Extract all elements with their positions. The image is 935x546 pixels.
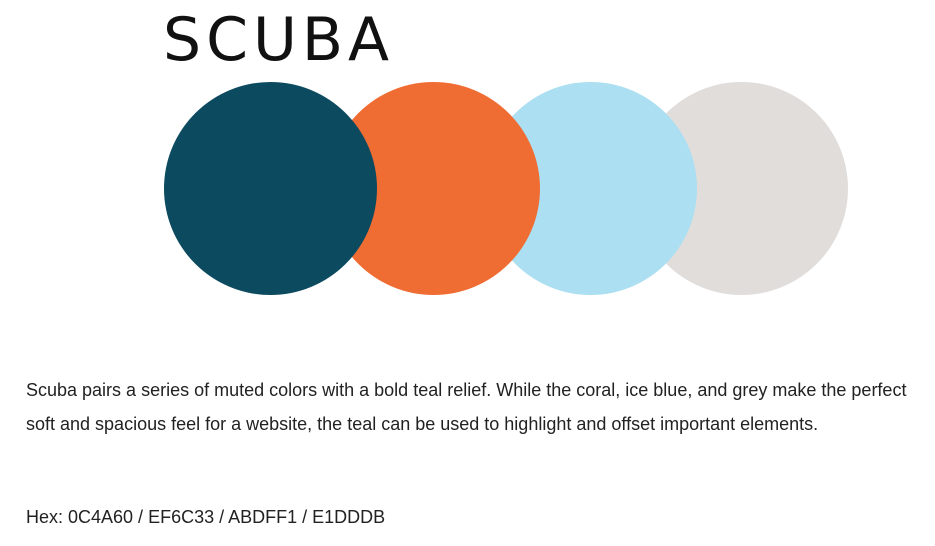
palette-description: Scuba pairs a series of muted colors wit… [26, 380, 907, 434]
palette-figure: SCUBA [0, 0, 935, 320]
hex-codes: Hex: 0C4A60 / EF6C33 / ABDFF1 / E1DDDB [26, 507, 386, 527]
palette-title: SCUBA [163, 5, 395, 75]
swatch-teal [164, 82, 377, 295]
